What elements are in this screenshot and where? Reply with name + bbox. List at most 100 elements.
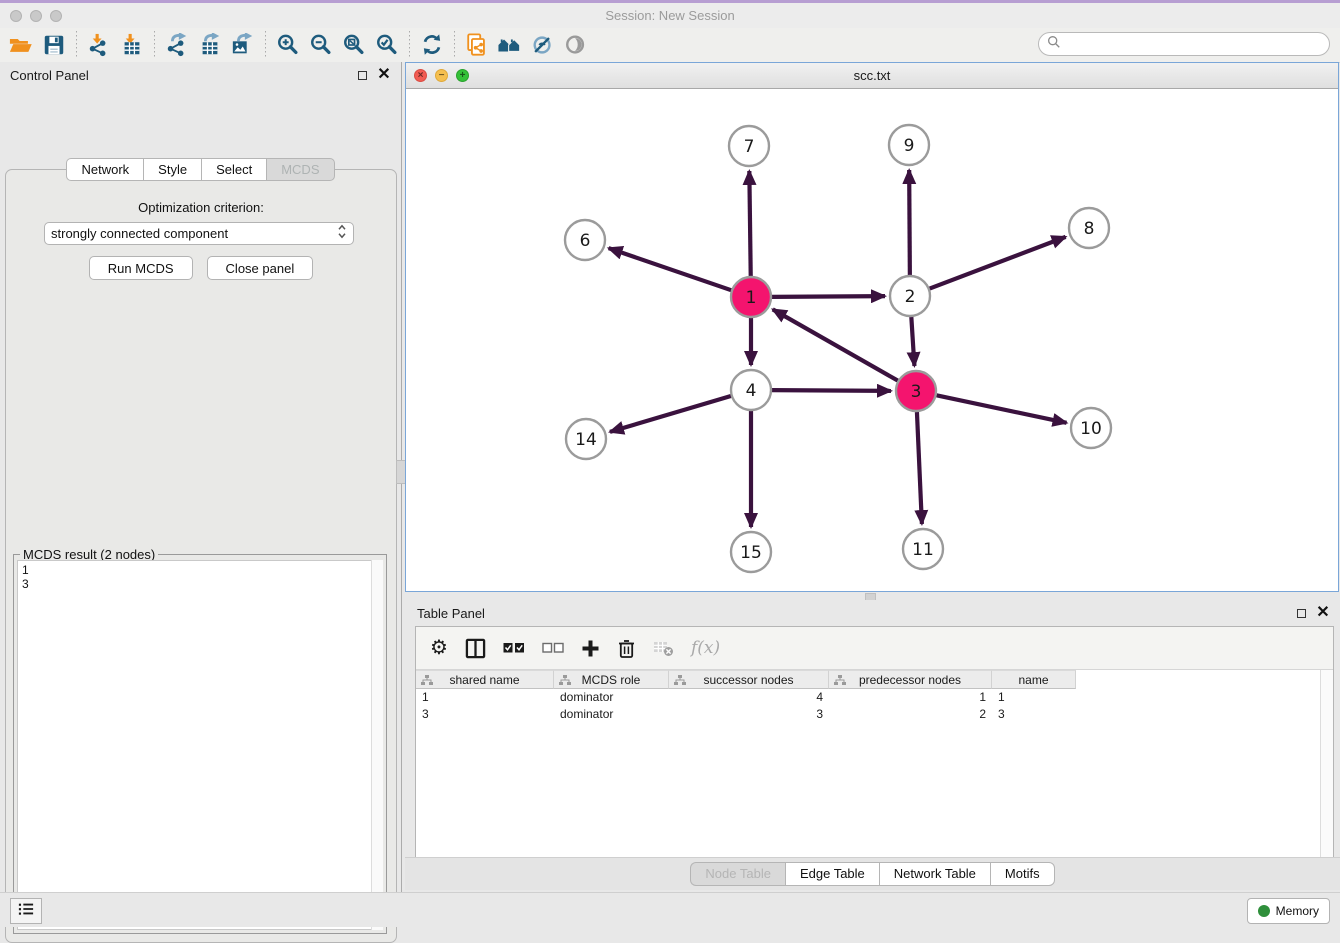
memory-button[interactable]: Memory [1247,898,1330,924]
export-network-icon[interactable] [164,32,190,58]
cell[interactable]: 1 [829,689,992,706]
column-header-shared-name[interactable]: shared name [416,670,554,689]
column-settings-icon[interactable]: ⚙ [430,638,448,658]
edge-1-6[interactable] [609,248,731,290]
table-toolbar: ⚙f(x) [416,627,1333,670]
task-history-button[interactable] [10,898,42,924]
cell[interactable]: 3 [416,706,554,723]
show-column-pane-icon[interactable] [465,638,486,659]
edge-2-9[interactable] [909,170,910,275]
mcds-result-scrollbar[interactable] [371,560,383,930]
node-label-9: 9 [904,136,915,156]
cell[interactable]: dominator [554,689,669,706]
edge-4-3[interactable] [772,390,891,391]
search-box[interactable] [1038,32,1330,56]
memory-status-icon [1258,905,1270,917]
edge-2-3[interactable] [911,317,914,366]
zoom-in-icon[interactable] [275,32,301,58]
table-row-1[interactable]: 1dominator411 [416,689,1321,706]
cell[interactable]: 1 [992,689,1076,706]
column-header-predecessor-nodes[interactable]: predecessor nodes [829,670,992,689]
table-scrollbar[interactable] [1320,670,1333,857]
app-title: Session: New Session [0,8,1340,23]
close-panel-button[interactable]: Close panel [207,256,314,280]
column-header-name[interactable]: name [992,670,1076,689]
cell[interactable]: 3 [992,706,1076,723]
export-image-icon[interactable] [230,32,256,58]
control-panel-float-icon[interactable] [355,68,369,82]
edge-2-8[interactable] [930,237,1066,289]
search-icon [1047,35,1061,54]
import-network-icon[interactable] [86,32,112,58]
network-view[interactable]: 1234678910111415 [406,88,1338,591]
node-label-4: 4 [746,381,757,401]
zoom-fit-icon[interactable] [341,32,367,58]
tab-select[interactable]: Select [201,158,266,181]
selected-criterion: strongly connected component [51,226,337,241]
show-hide-eye-icon[interactable] [563,32,589,58]
tab-edge-table[interactable]: Edge Table [785,862,879,886]
column-header-successor-nodes[interactable]: successor nodes [669,670,829,689]
edge-1-2[interactable] [772,296,885,297]
delete-column-icon[interactable] [617,638,636,659]
tab-mcds[interactable]: MCDS [266,158,334,181]
network-graph: 1234678910111415 [406,88,1338,591]
table-panel-float-icon[interactable] [1294,606,1308,620]
edge-1-7[interactable] [749,171,750,276]
node-label-8: 8 [1084,219,1095,239]
horizontal-splitter[interactable] [405,592,1340,600]
mcds-tab-content: Optimization criterion: strongly connect… [5,169,397,943]
graphics-details-icon[interactable] [530,32,556,58]
optimization-criterion-label: Optimization criterion: [6,200,396,215]
node-label-10: 10 [1080,419,1102,439]
list-icon [17,901,35,922]
column-header-MCDS-role[interactable]: MCDS role [554,670,669,689]
save-session-icon[interactable] [41,32,67,58]
control-panel-close-icon[interactable]: ✕ [377,68,391,82]
cell[interactable]: 2 [829,706,992,723]
first-neighbors-icon[interactable] [497,32,523,58]
select-all-columns-icon[interactable] [503,642,525,654]
table-panel-close-icon[interactable]: ✕ [1316,606,1330,620]
table-tabs-band: Node TableEdge TableNetwork TableMotifs [405,857,1340,890]
node-label-1: 1 [746,288,757,308]
mcds-result-text[interactable]: 1 3 [17,560,383,930]
tab-style[interactable]: Style [143,158,201,181]
tab-motifs[interactable]: Motifs [990,862,1055,886]
unselect-all-columns-icon[interactable] [542,642,564,654]
control-panel: Control Panel ✕ NetworkStyleSelectMCDS O… [0,62,401,892]
cell[interactable]: 4 [669,689,829,706]
import-table-icon[interactable] [119,32,145,58]
network-window-titlebar[interactable]: ×−+ scc.txt [406,63,1338,89]
search-input[interactable] [1065,36,1329,52]
zoom-out-icon[interactable] [308,32,334,58]
export-table-icon[interactable] [197,32,223,58]
node-label-6: 6 [580,231,591,251]
tab-network-table[interactable]: Network Table [879,862,990,886]
table-row-2[interactable]: 3dominator323 [416,706,1321,723]
node-label-2: 2 [905,287,916,307]
edge-4-14[interactable] [610,396,731,432]
node-label-15: 15 [740,543,762,563]
cell[interactable]: dominator [554,706,669,723]
memory-label: Memory [1276,904,1319,918]
run-mcds-button[interactable]: Run MCDS [89,256,193,280]
refresh-layout-icon[interactable] [419,32,445,58]
cell[interactable]: 3 [669,706,829,723]
zoom-selected-icon[interactable] [374,32,400,58]
node-label-14: 14 [575,430,597,450]
optimization-criterion-select[interactable]: strongly connected component [44,222,354,245]
open-file-icon[interactable] [8,32,34,58]
node-table[interactable]: shared nameMCDS rolesuccessor nodesprede… [416,670,1321,857]
cell[interactable]: 1 [416,689,554,706]
edge-3-11[interactable] [917,412,922,524]
tab-network[interactable]: Network [66,158,143,181]
clone-network-icon[interactable] [464,32,490,58]
add-column-icon[interactable] [581,639,600,658]
table-panel: Table Panel ✕ ⚙f(x) shared nameMCDS role… [405,600,1340,892]
edge-3-1[interactable] [773,309,898,380]
tab-node-table[interactable]: Node Table [690,862,785,886]
status-bar: Memory [0,892,1340,927]
main-toolbar [0,28,1340,63]
edge-3-10[interactable] [937,395,1067,422]
